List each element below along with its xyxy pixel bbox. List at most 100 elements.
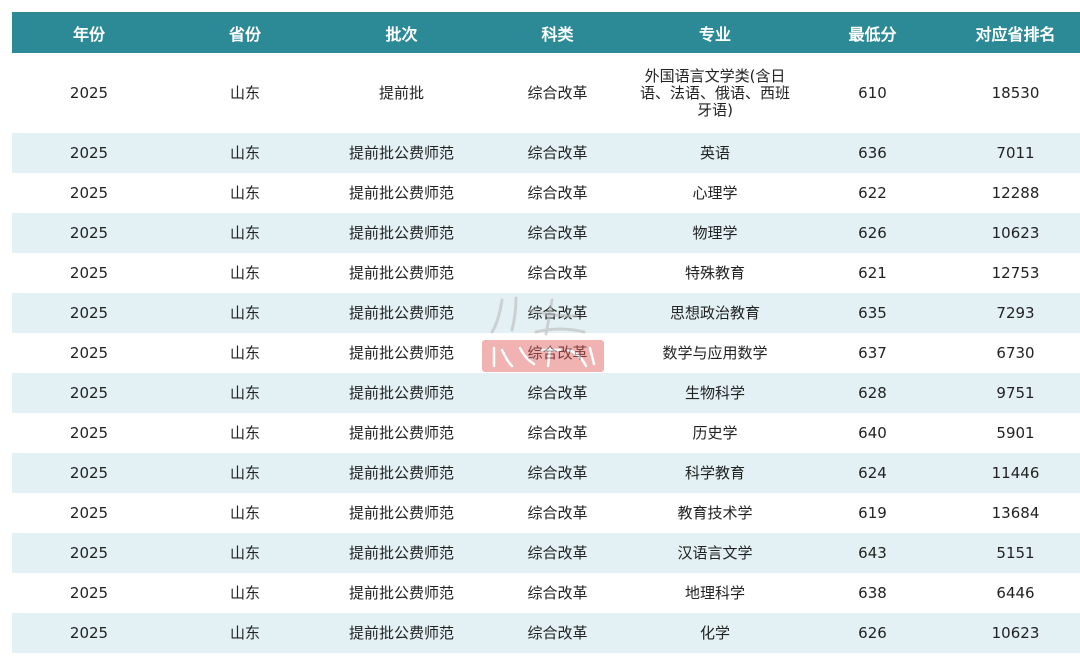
cell-major: 地理科学 [636, 573, 794, 613]
cell-min-score: 643 [794, 533, 951, 573]
cell-batch: 提前批公费师范 [324, 613, 479, 653]
cell-category-text: 综合改革 [527, 263, 588, 282]
cell-year-text: 2025 [69, 623, 109, 642]
table-row: 2025 山东 提前批公费师范 综合改革 化学 626 10623 [12, 613, 1080, 653]
cell-category: 综合改革 [479, 133, 636, 173]
cell-min-score-text: 640 [858, 423, 887, 442]
cell-min-score: 635 [794, 293, 951, 333]
cell-category: 综合改革 [479, 453, 636, 493]
cell-min-score: 637 [794, 333, 951, 373]
cell-year-text: 2025 [69, 143, 109, 162]
header-year: 年份 [12, 12, 166, 53]
cell-batch: 提前批公费师范 [324, 493, 479, 533]
cell-province-rank-text: 12288 [991, 183, 1040, 202]
table-row: 2025 山东 提前批公费师范 综合改革 科学教育 624 11446 [12, 453, 1080, 493]
cell-province: 山东 [166, 533, 324, 573]
cell-major-text: 化学 [699, 623, 730, 642]
cell-min-score: 636 [794, 133, 951, 173]
cell-province-rank: 10623 [951, 613, 1080, 653]
cell-category: 综合改革 [479, 53, 636, 133]
cell-batch: 提前批公费师范 [324, 413, 479, 453]
cell-min-score: 638 [794, 573, 951, 613]
cell-province: 山东 [166, 613, 324, 653]
table-body: 2025 山东 提前批 综合改革 外国语言文学类(含日语、法语、俄语、西班牙语) 610 1… [12, 53, 1080, 653]
cell-batch-text: 提前批公费师范 [348, 383, 454, 402]
cell-min-score: 626 [794, 613, 951, 653]
table-row: 2025 山东 提前批公费师范 综合改革 思想政治教育 635 7293 [12, 293, 1080, 333]
cell-batch-text: 提前批公费师范 [348, 623, 454, 642]
cell-province: 山东 [166, 213, 324, 253]
cell-category-text: 综合改革 [527, 623, 588, 642]
cell-province-text: 山东 [229, 503, 260, 522]
cell-year-text: 2025 [69, 463, 109, 482]
cell-province: 山东 [166, 253, 324, 293]
cell-major: 数学与应用数学 [636, 333, 794, 373]
cell-province-text: 山东 [229, 463, 260, 482]
cell-batch: 提前批公费师范 [324, 133, 479, 173]
table-row: 2025 山东 提前批公费师范 综合改革 汉语言文学 643 5151 [12, 533, 1080, 573]
header-min-score: 最低分 [794, 12, 951, 53]
cell-province-text: 山东 [229, 183, 260, 202]
table-header: 年份 省份 批次 科类 专业 最低分 对应省排名 [12, 12, 1080, 53]
cell-batch-text: 提前批公费师范 [348, 423, 454, 442]
cell-province-text: 山东 [229, 263, 260, 282]
cell-year-text: 2025 [69, 303, 109, 322]
header-row: 年份 省份 批次 科类 专业 最低分 对应省排名 [12, 12, 1080, 53]
cell-batch-text: 提前批公费师范 [348, 543, 454, 562]
cell-province-rank: 7293 [951, 293, 1080, 333]
cell-min-score-text: 638 [858, 583, 887, 602]
cell-category: 综合改革 [479, 533, 636, 573]
cell-major-text: 物理学 [692, 223, 738, 242]
cell-province-rank-text: 6730 [996, 343, 1035, 362]
cell-year-text: 2025 [69, 423, 109, 442]
cell-major: 特殊教育 [636, 253, 794, 293]
cell-major: 生物科学 [636, 373, 794, 413]
cell-province-text: 山东 [229, 623, 260, 642]
cell-min-score: 626 [794, 213, 951, 253]
cell-major-text: 地理科学 [684, 583, 745, 602]
table-row: 2025 山东 提前批公费师范 综合改革 教育技术学 619 13684 [12, 493, 1080, 533]
cell-batch: 提前批公费师范 [324, 333, 479, 373]
cell-province-rank-text: 9751 [996, 383, 1035, 402]
header-major: 专业 [636, 12, 794, 53]
cell-year: 2025 [12, 613, 166, 653]
admission-table-container: 年份 省份 批次 科类 专业 最低分 对应省排名 2025 山东 提前批 综合改革 外国… [12, 12, 1080, 653]
cell-major: 思想政治教育 [636, 293, 794, 333]
cell-min-score: 622 [794, 173, 951, 213]
cell-year: 2025 [12, 53, 166, 133]
cell-category-text: 综合改革 [527, 463, 588, 482]
cell-major-text: 特殊教育 [684, 263, 745, 282]
cell-batch-text: 提前批公费师范 [348, 183, 454, 202]
cell-major: 外国语言文学类(含日语、法语、俄语、西班牙语) [636, 53, 794, 133]
header-province: 省份 [166, 12, 324, 53]
cell-year: 2025 [12, 253, 166, 293]
cell-batch-text: 提前批公费师范 [348, 303, 454, 322]
cell-year: 2025 [12, 493, 166, 533]
cell-province: 山东 [166, 373, 324, 413]
cell-province: 山东 [166, 173, 324, 213]
cell-province-rank: 11446 [951, 453, 1080, 493]
cell-province-rank: 6730 [951, 333, 1080, 373]
cell-min-score-text: 628 [858, 383, 887, 402]
cell-province-text: 山东 [229, 303, 260, 322]
cell-province-rank: 7011 [951, 133, 1080, 173]
cell-year-text: 2025 [69, 383, 109, 402]
cell-province-rank: 5151 [951, 533, 1080, 573]
cell-min-score-text: 619 [858, 503, 887, 522]
cell-major: 心理学 [636, 173, 794, 213]
cell-year: 2025 [12, 333, 166, 373]
cell-category-text: 综合改革 [527, 143, 588, 162]
cell-batch-text: 提前批公费师范 [348, 223, 454, 242]
cell-province: 山东 [166, 333, 324, 373]
cell-category: 综合改革 [479, 173, 636, 213]
cell-category-text: 综合改革 [527, 543, 588, 562]
table-row: 2025 山东 提前批公费师范 综合改革 物理学 626 10623 [12, 213, 1080, 253]
cell-province: 山东 [166, 133, 324, 173]
cell-major: 英语 [636, 133, 794, 173]
cell-category: 综合改革 [479, 613, 636, 653]
cell-year: 2025 [12, 533, 166, 573]
cell-province-rank: 6446 [951, 573, 1080, 613]
cell-min-score-text: 621 [858, 263, 887, 282]
cell-province-rank: 12753 [951, 253, 1080, 293]
cell-year-text: 2025 [69, 583, 109, 602]
